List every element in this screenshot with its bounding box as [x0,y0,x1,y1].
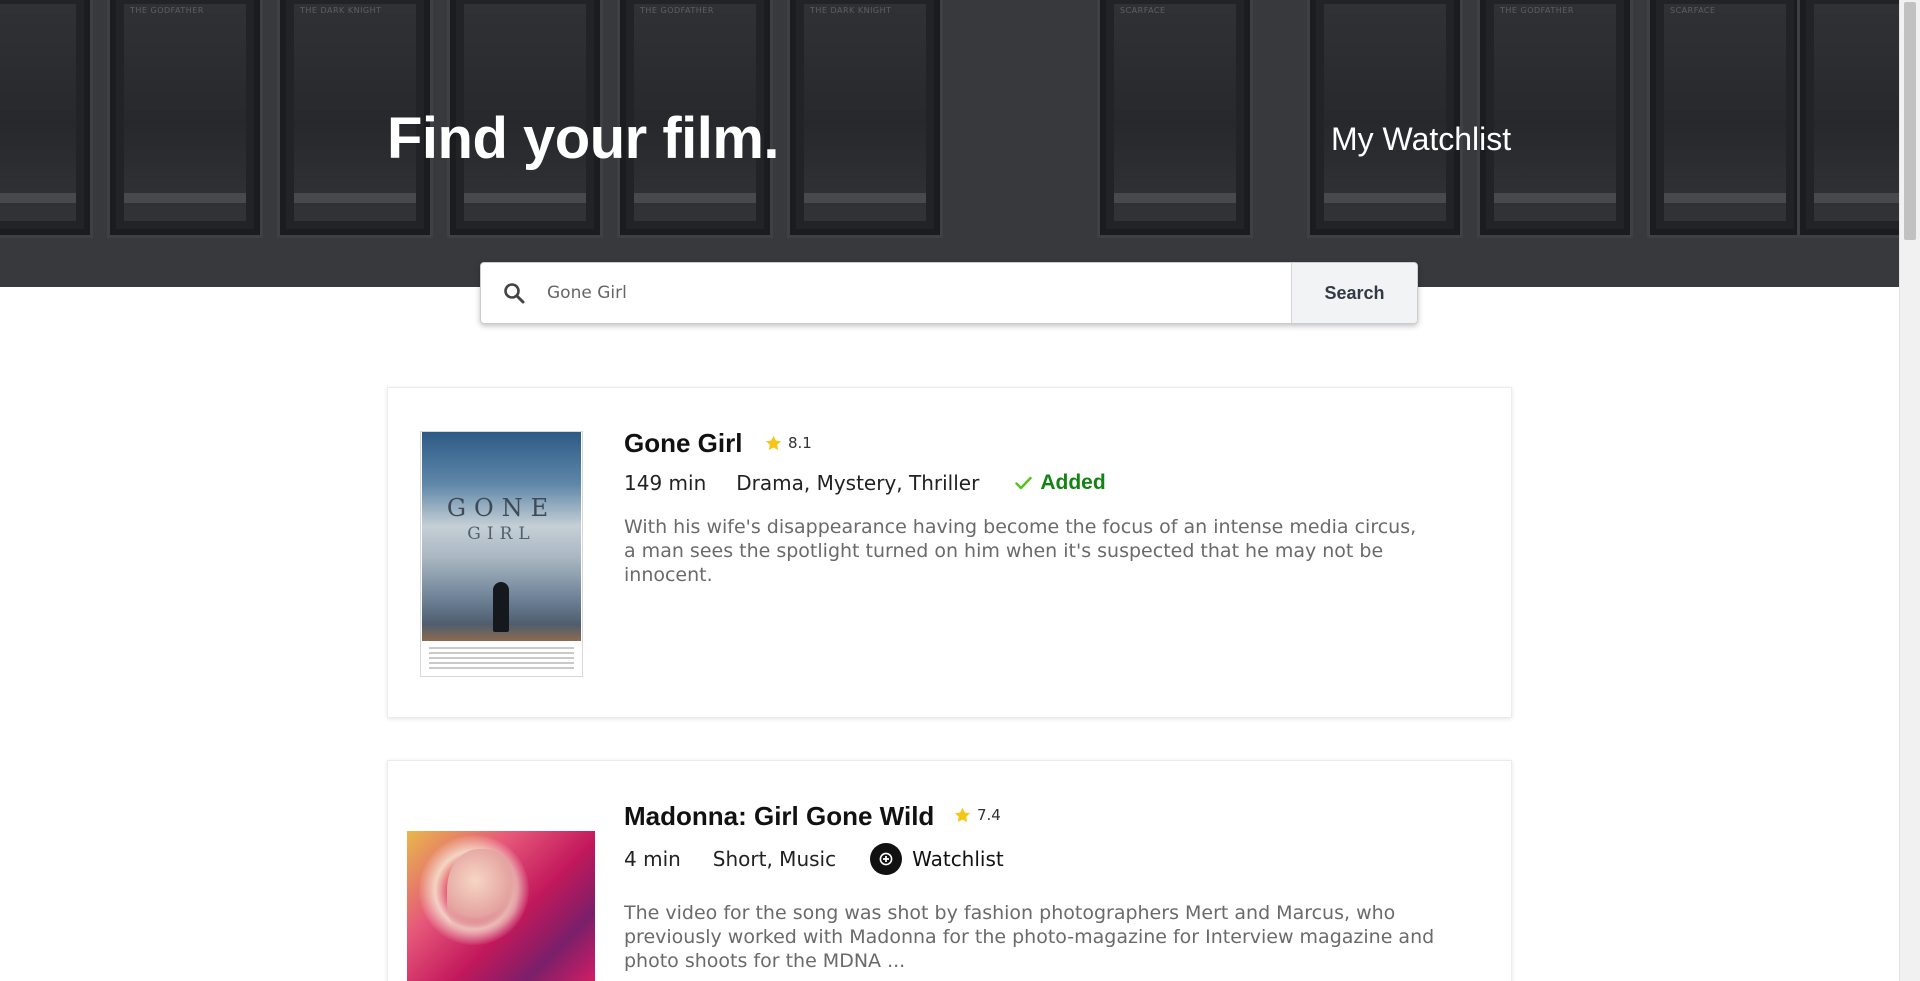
star-icon [765,435,782,451]
result-card: Madonna: Girl Gone Wild 7.4 4 min Short,… [387,760,1512,981]
movie-poster[interactable] [407,831,595,981]
movie-poster[interactable]: GONE GIRL [420,431,583,677]
genres: Short, Music [712,847,837,871]
added-label: Added [1040,471,1106,494]
rating: 7.4 [954,806,1001,824]
result-card: GONE GIRL Gone Girl 8.1 149 min Drama, M… [387,387,1512,718]
scrollbar-thumb[interactable] [1904,2,1916,240]
search-input[interactable] [547,263,1291,323]
added-status: Added [1015,471,1106,495]
hero-header: THE GODFATHER THE DARK KNIGHT THE GODFAT… [0,0,1899,287]
search-bar: Search [480,262,1418,324]
movie-title: Madonna: Girl Gone Wild [624,801,935,831]
rating: 8.1 [765,434,812,452]
movie-title: Gone Girl [624,428,743,458]
star-icon [954,807,971,823]
runtime: 149 min [624,471,707,495]
search-button[interactable]: Search [1291,263,1417,323]
movie-plot: The video for the song was shot by fashi… [624,902,1435,972]
my-watchlist-link[interactable]: My Watchlist [1331,121,1511,158]
movie-meta: 149 min Drama, Mystery, Thriller Added [624,471,1106,495]
page-scrollbar[interactable] [1899,0,1920,981]
page: THE GODFATHER THE DARK KNIGHT THE GODFAT… [0,0,1920,981]
genres: Drama, Mystery, Thriller [736,471,980,495]
rating-value: 7.4 [977,806,1001,824]
add-circle-icon [870,843,903,875]
rating-value: 8.1 [788,434,812,452]
add-to-watchlist-button[interactable]: Watchlist [870,843,1004,875]
hero-background-image: THE GODFATHER THE DARK KNIGHT THE GODFAT… [0,0,1899,287]
search-icon [481,263,547,323]
watchlist-label: Watchlist [912,847,1004,871]
movie-meta: 4 min Short, Music Watchlist [624,843,1004,875]
movie-plot: With his wife's disappearance having bec… [624,516,1417,586]
runtime: 4 min [624,847,681,871]
check-icon [1015,476,1033,490]
page-title: Find your film. [387,106,780,171]
